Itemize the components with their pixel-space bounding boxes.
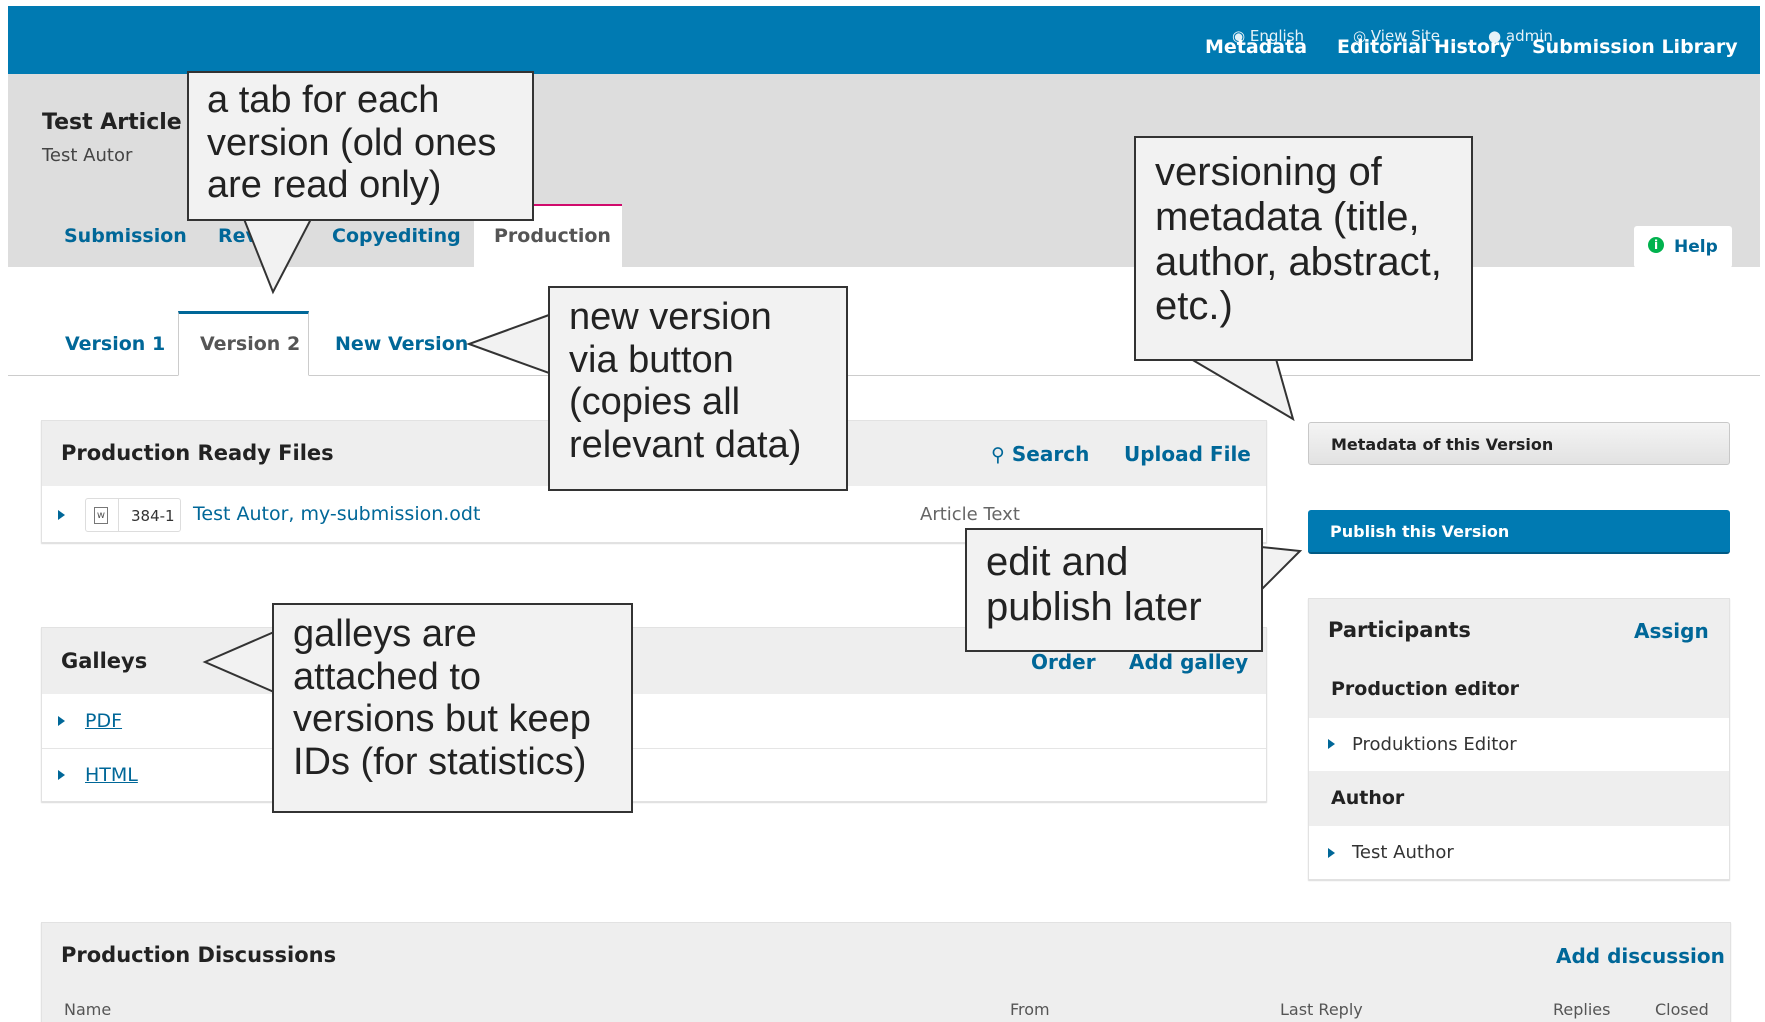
callout-pointer-galleys	[202, 630, 275, 694]
callout-galleys: galleys are attached to versions but kee…	[272, 603, 633, 813]
callout-metadata-versioning: versioning of metadata (title, author, a…	[1134, 136, 1473, 361]
callout-pointer-metadata	[1187, 358, 1295, 422]
callout-pointer-publish	[1260, 545, 1303, 593]
callout-pointer-tabs	[242, 218, 313, 295]
callout-pointer-new-version	[466, 313, 550, 375]
callout-version-tabs: a tab for each version (old ones are rea…	[187, 71, 534, 221]
callout-edit-publish: edit and publish later	[965, 528, 1263, 652]
callout-new-version: new version via button (copies all relev…	[548, 286, 848, 491]
